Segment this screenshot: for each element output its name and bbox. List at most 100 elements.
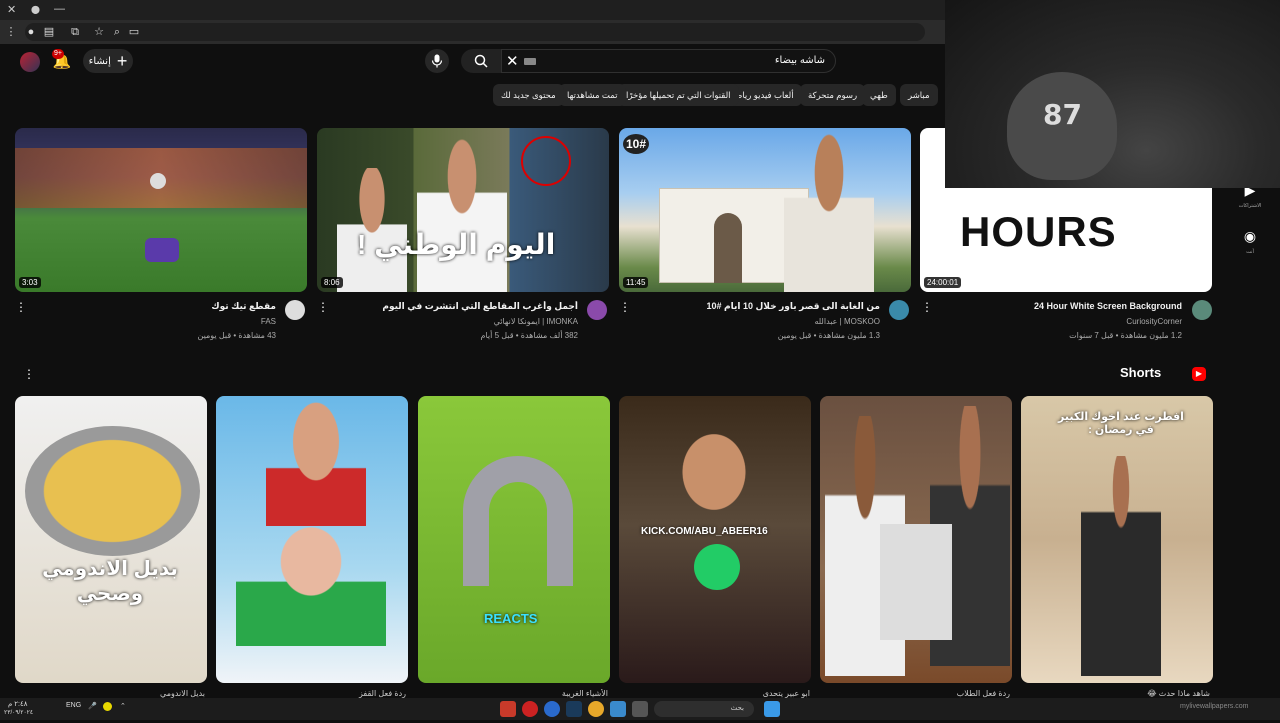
channel-avatar[interactable] xyxy=(889,300,909,320)
tray-chevron-icon[interactable]: ⌃ xyxy=(120,702,126,716)
short-caption: بديل الاندومي وصحي xyxy=(42,558,178,605)
restore-window-icon[interactable]: ⬤ xyxy=(31,5,40,14)
clock-date[interactable]: ٢٣/٠٩/٢٠٢٤ xyxy=(4,709,33,723)
video-meta: 382 ألف مشاهدة • قبل 5 أيام xyxy=(480,331,579,340)
video-thumbnail-4[interactable]: 3:03 xyxy=(15,128,307,292)
person-figure xyxy=(417,138,507,292)
search-input[interactable]: ✕ شاشه بيضاء xyxy=(501,49,836,73)
short-caption: افطرت عند اخوك الكبير في رمضان : xyxy=(1058,411,1184,436)
chip-recently-uploaded[interactable]: القنوات التي تم تحميلها مؤخرًا xyxy=(618,84,739,106)
more-options-icon[interactable]: ⋮ xyxy=(15,300,27,314)
video-title[interactable]: مقطع تيك توك xyxy=(180,301,276,312)
cast-icon[interactable]: ▤ xyxy=(42,25,56,39)
short-card[interactable]: افطرت عند اخوك الكبير في رمضان : xyxy=(1021,396,1213,683)
tray-app-icon[interactable] xyxy=(103,702,112,711)
video-meta: 43 مشاهدة • قبل يومين xyxy=(197,331,276,340)
short-title[interactable]: ردة فعل الطلاب xyxy=(830,689,1010,698)
taskbar-app-4[interactable] xyxy=(566,701,582,717)
start-button[interactable] xyxy=(764,701,780,717)
thumbnail-text: اليوم الوطني ! xyxy=(357,229,556,260)
short-title[interactable]: ابو عبير يتحدى xyxy=(630,689,810,698)
video-duration: 11:45 xyxy=(623,277,649,288)
channel-avatar[interactable] xyxy=(587,300,607,320)
cap-text: 87 xyxy=(1043,98,1082,131)
voice-search-icon[interactable] xyxy=(425,49,449,73)
video-duration: 24:00:01 xyxy=(924,277,962,288)
browser-toolbar: ⋮ ● ▤ ⧉ ☆ ⌕ ▭ xyxy=(0,20,945,44)
search-button[interactable] xyxy=(461,49,501,73)
short-caption: REACTS xyxy=(484,611,538,626)
video-thumbnail-3[interactable]: اليوم الوطني ! 8:06 xyxy=(317,128,609,292)
plus-icon: + xyxy=(116,51,128,71)
watermark: mylivewallpapers.com xyxy=(1180,703,1249,710)
taskbar-app-1[interactable] xyxy=(500,701,516,717)
menu-icon[interactable]: ⋮ xyxy=(4,25,18,39)
channel-avatar[interactable] xyxy=(285,300,305,320)
video-thumbnail-2[interactable]: 10# 11:45 xyxy=(619,128,911,292)
notification-count-badge: 9+ xyxy=(52,49,64,59)
channel-name[interactable]: MOSKOO | عبدالله xyxy=(760,317,880,326)
chip-watched[interactable]: تمت مشاهدتها xyxy=(559,84,626,106)
task-view-icon[interactable] xyxy=(632,701,648,717)
channel-name[interactable]: IMONKA | ايمونكا لانهائي xyxy=(460,317,578,326)
more-options-icon[interactable]: ⋮ xyxy=(317,300,329,314)
star-icon[interactable]: ☆ xyxy=(92,25,106,39)
short-title[interactable]: الأشياء الغريبة xyxy=(428,689,608,698)
keyboard-icon[interactable] xyxy=(524,58,536,65)
taskbar-app-3[interactable] xyxy=(544,701,560,717)
chip-cooking[interactable]: طهي xyxy=(862,84,896,106)
more-options-icon[interactable]: ⋮ xyxy=(921,300,933,314)
shorts-more-icon[interactable]: ⋮ xyxy=(23,367,35,381)
screen-icon[interactable]: ▭ xyxy=(127,25,141,39)
bowl-shape xyxy=(25,426,200,556)
person-figure xyxy=(266,396,366,526)
taskbar-app-2[interactable] xyxy=(522,701,538,717)
channel-avatar[interactable] xyxy=(1192,300,1212,320)
filter-chips: مباشر طهي رسوم متحركة ألعاب فيديو رياضية… xyxy=(490,84,946,108)
extension-icon[interactable]: ⧉ xyxy=(68,25,82,39)
chip-animation[interactable]: رسوم متحركة xyxy=(800,84,866,106)
taskbar-search[interactable]: بحث xyxy=(654,701,754,717)
minimize-window-icon[interactable]: — xyxy=(54,3,65,15)
short-card[interactable] xyxy=(820,396,1012,683)
person-figure xyxy=(784,133,874,292)
short-title[interactable]: بديل الاندومي xyxy=(25,689,205,698)
account-avatar[interactable] xyxy=(20,52,40,72)
channel-name[interactable]: FAS xyxy=(220,317,276,326)
short-card[interactable]: KICK.COM/ABU_ABEER16 xyxy=(619,396,811,683)
notifications-bell-icon[interactable]: 🔔 9+ xyxy=(52,49,72,72)
video-duration: 8:06 xyxy=(321,277,343,288)
video-title[interactable]: أجمل وأغرب المقاطع التي انتشرت في اليوم … xyxy=(380,301,578,312)
thumbnail-text: HOURS xyxy=(960,208,1117,255)
create-button[interactable]: إنشاء + xyxy=(83,49,133,73)
chip-new-for-you[interactable]: محتوى جديد لك xyxy=(493,84,564,106)
short-title[interactable]: شاهد ماذا حدث 😂 xyxy=(1030,689,1210,698)
clear-search-icon[interactable]: ✕ xyxy=(506,52,519,70)
taskbar-app-5[interactable] xyxy=(588,701,604,717)
chip-live[interactable]: مباشر xyxy=(900,84,938,106)
thumbnail-badge: 10# xyxy=(623,134,650,154)
lens-icon[interactable]: ⌕ xyxy=(110,25,124,39)
inset-photo xyxy=(880,524,952,640)
short-card[interactable]: بديل الاندومي وصحي xyxy=(15,396,207,683)
short-card[interactable]: REACTS xyxy=(418,396,610,683)
taskbar-search-label: بحث xyxy=(730,705,744,712)
mansion-door xyxy=(714,213,742,283)
person-figure xyxy=(659,406,769,526)
short-card[interactable] xyxy=(216,396,408,683)
taskbar-app-6[interactable] xyxy=(610,701,626,717)
record-icon[interactable]: ● xyxy=(24,25,38,39)
webcam-overlay: 87 xyxy=(945,0,1280,188)
shorts-logo-icon: ▶ xyxy=(1192,367,1206,381)
video-title[interactable]: 24 Hour White Screen Background xyxy=(1010,301,1182,311)
game-ball xyxy=(150,173,166,189)
game-car xyxy=(145,238,179,262)
short-title[interactable]: ردة فعل القفز xyxy=(226,689,406,698)
language-indicator[interactable]: ENG xyxy=(66,702,81,716)
video-title[interactable]: من الغابة الى قصر باور خلال 10 ايام #10 xyxy=(660,301,880,312)
close-window-icon[interactable]: ✕ xyxy=(7,3,16,16)
volume-icon[interactable]: 🎤 xyxy=(88,702,97,716)
more-options-icon[interactable]: ⋮ xyxy=(619,300,631,314)
address-bar[interactable] xyxy=(25,23,925,41)
channel-name[interactable]: CuriosityCorner xyxy=(1060,317,1182,326)
